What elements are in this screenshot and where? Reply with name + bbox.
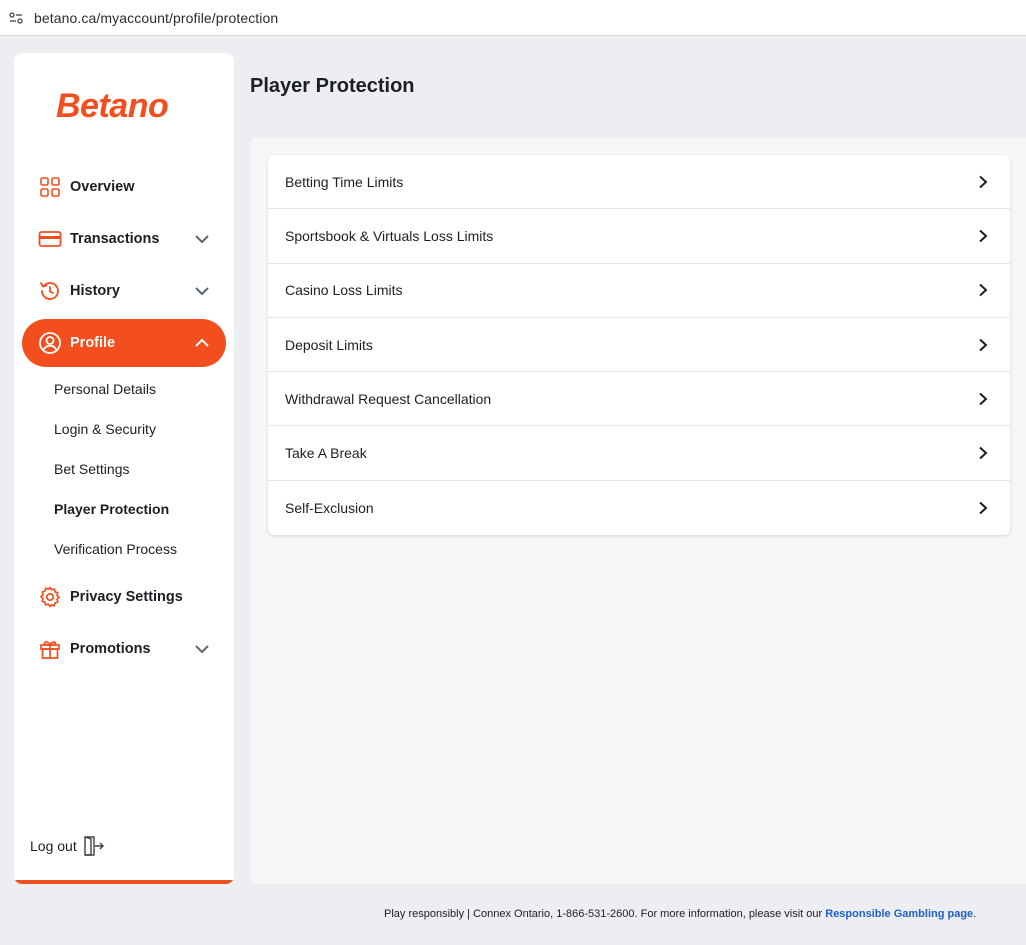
sidebar-item-profile[interactable]: Profile (22, 319, 226, 367)
sidebar-item-label: Transactions (70, 231, 160, 247)
chevron-right-icon (979, 392, 988, 406)
chevron-right-icon (979, 229, 988, 243)
grid-icon (38, 175, 62, 199)
logout-button[interactable]: Log out (30, 835, 105, 857)
chevron-right-icon (979, 501, 988, 515)
chevron-down-icon[interactable] (194, 641, 210, 657)
page-title: Player Protection (250, 75, 415, 97)
chevron-right-icon (979, 283, 988, 297)
sidebar-bottom-accent (14, 880, 234, 884)
sidebar-item-privacy-settings[interactable]: Privacy Settings (22, 573, 226, 621)
list-item-label: Withdrawal Request Cancellation (285, 390, 492, 407)
list-item-sportsbook-virtuals-loss-limits[interactable]: Sportsbook & Virtuals Loss Limits (268, 209, 1010, 264)
logout-label: Log out (30, 838, 77, 854)
sidebar-subitem-verification-process[interactable]: Verification Process (54, 541, 177, 557)
chevron-right-icon (979, 446, 988, 460)
sidebar-item-label: History (70, 283, 120, 299)
list-item-label: Casino Loss Limits (285, 282, 403, 299)
list-item-label: Sportsbook & Virtuals Loss Limits (285, 227, 494, 244)
list-item-casino-loss-limits[interactable]: Casino Loss Limits (268, 264, 1010, 318)
logout-icon (84, 836, 104, 856)
protection-options-list: Betting Time Limits Sportsbook & Virtual… (268, 155, 1010, 536)
chevron-right-icon (979, 175, 988, 188)
sidebar-item-overview[interactable]: Overview (22, 163, 226, 211)
footer-text: Play responsibly | Connex Ontario, 1-866… (384, 908, 826, 920)
site-settings-icon[interactable] (8, 10, 24, 26)
url-text[interactable]: betano.ca/myaccount/profile/protection (34, 10, 278, 26)
list-item-label: Self-Exclusion (285, 499, 374, 516)
chevron-down-icon[interactable] (194, 231, 210, 247)
list-item-self-exclusion[interactable]: Self-Exclusion (268, 481, 1010, 535)
sidebar-subitem-player-protection[interactable]: Player Protection (54, 501, 169, 517)
history-icon (38, 279, 62, 303)
user-icon (38, 331, 62, 355)
chevron-up-icon[interactable] (194, 335, 210, 351)
chevron-down-icon[interactable] (194, 283, 210, 299)
sidebar-item-label: Privacy Settings (70, 589, 183, 605)
sidebar-item-label: Profile (70, 335, 116, 351)
account-sidebar: Betano Overview Transactions History Pro… (14, 53, 234, 884)
list-item-withdrawal-request-cancellation[interactable]: Withdrawal Request Cancellation (268, 372, 1010, 427)
sidebar-subitem-login-security[interactable]: Login & Security (54, 421, 156, 437)
list-item-label: Take A Break (285, 445, 367, 462)
footer-notice: Play responsibly | Connex Ontario, 1-866… (384, 908, 976, 920)
address-bar[interactable]: betano.ca/myaccount/profile/protection (0, 0, 1026, 36)
sidebar-item-label: Promotions (70, 641, 151, 657)
responsible-gambling-link[interactable]: Responsible Gambling page (825, 908, 973, 920)
list-item-label: Betting Time Limits (285, 173, 404, 190)
sidebar-item-promotions[interactable]: Promotions (22, 625, 226, 673)
sidebar-subitem-bet-settings[interactable]: Bet Settings (54, 461, 130, 477)
footer-tail: . (973, 908, 977, 920)
list-item-deposit-limits[interactable]: Deposit Limits (268, 318, 1010, 373)
sidebar-item-history[interactable]: History (22, 267, 226, 315)
gift-icon (38, 637, 62, 661)
list-item-label: Deposit Limits (285, 336, 373, 353)
sidebar-item-label: Overview (70, 179, 135, 195)
sidebar-subitem-personal-details[interactable]: Personal Details (54, 381, 156, 397)
sidebar-item-transactions[interactable]: Transactions (22, 215, 226, 263)
gear-icon (38, 585, 62, 609)
betano-logo[interactable]: Betano (56, 87, 169, 126)
list-item-betting-time-limits[interactable]: Betting Time Limits (268, 155, 1010, 210)
chevron-right-icon (979, 338, 988, 351)
card-icon (38, 227, 62, 251)
list-item-take-a-break[interactable]: Take A Break (268, 426, 1010, 481)
